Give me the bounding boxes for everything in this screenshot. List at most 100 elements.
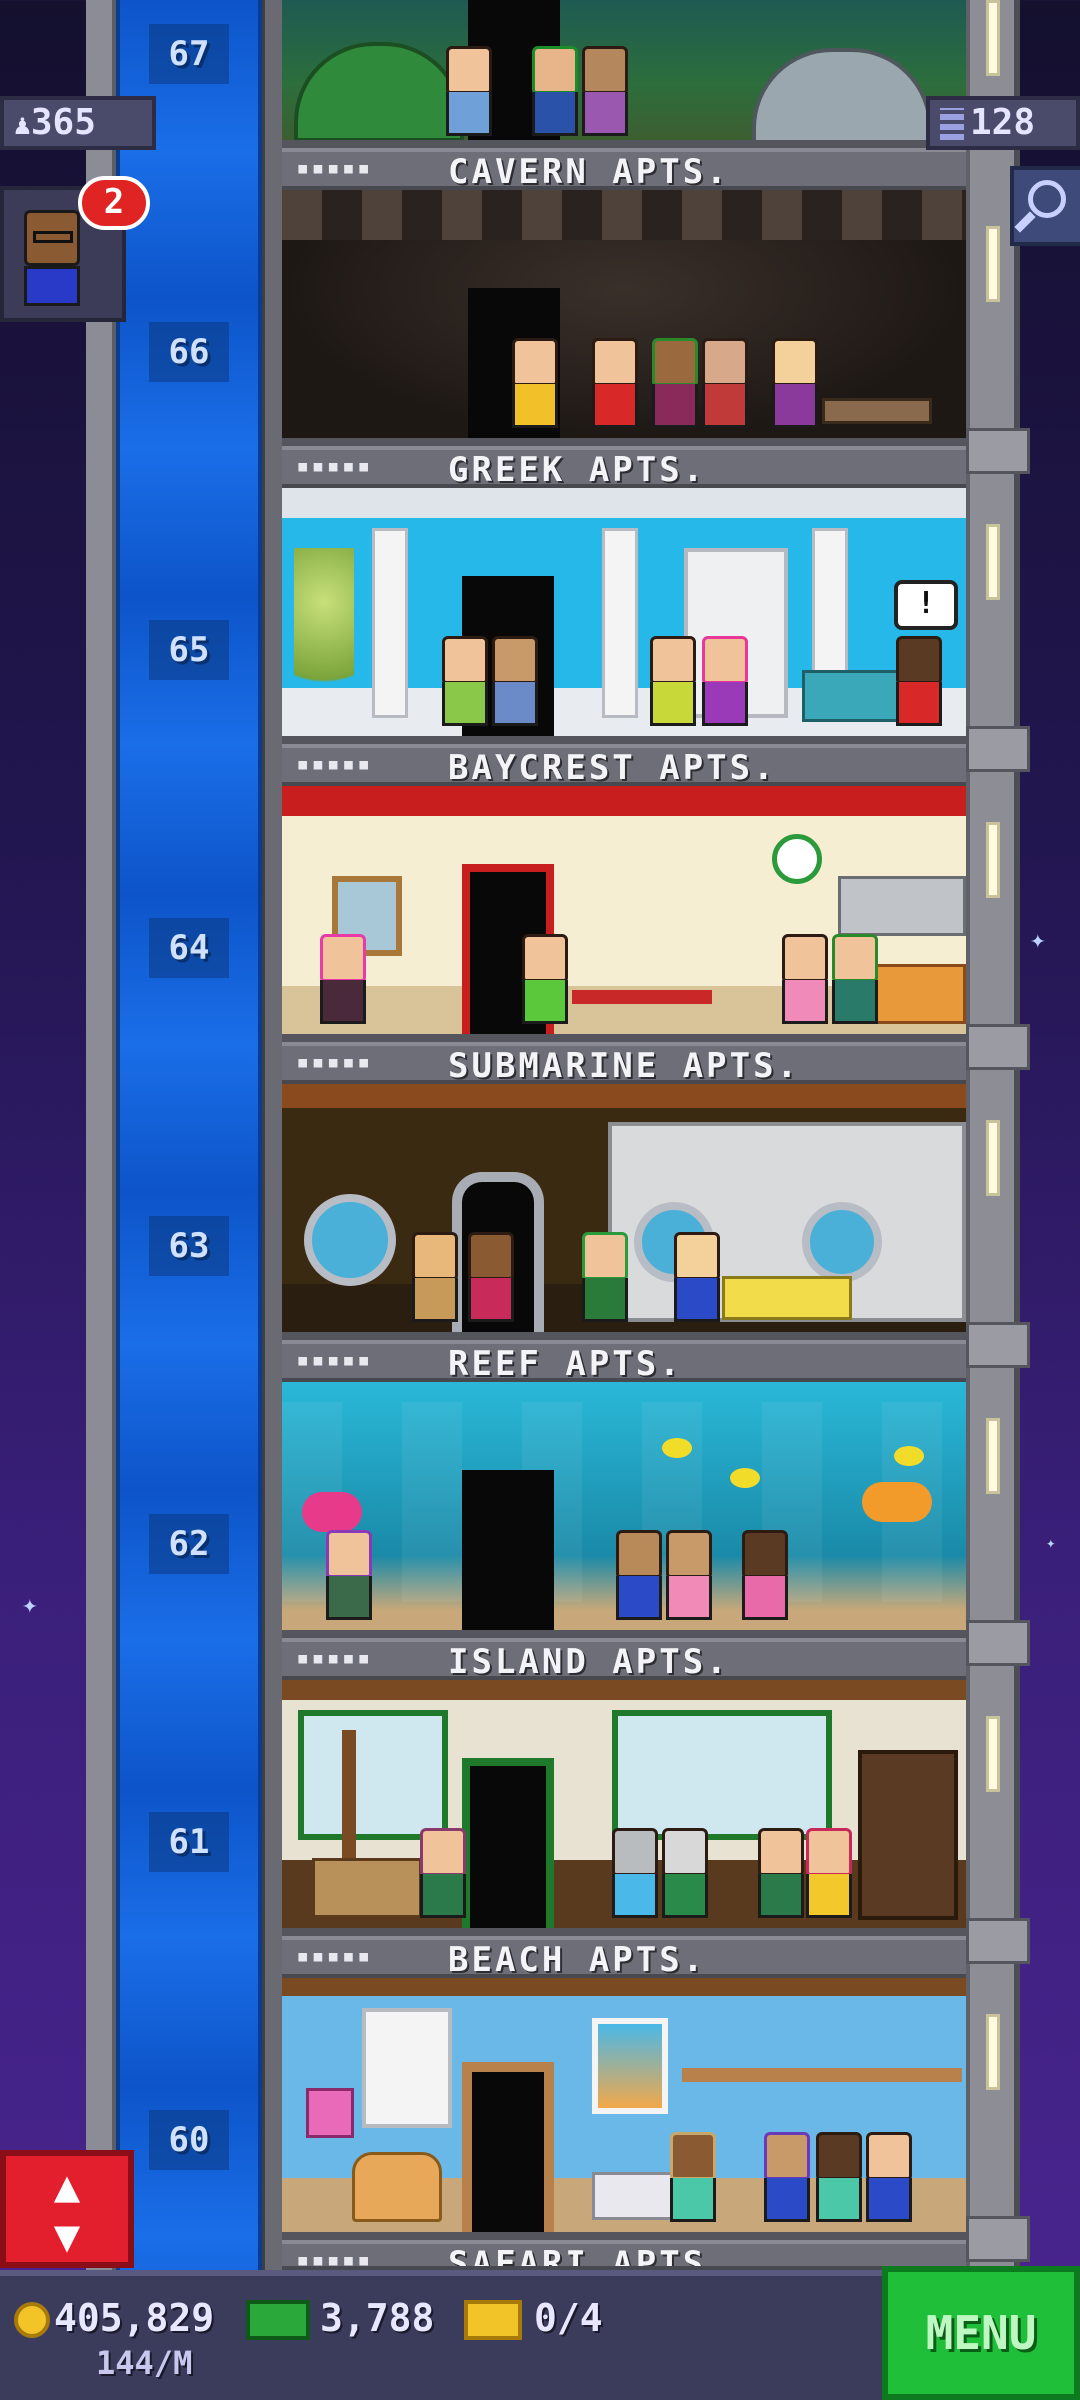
tent-right	[752, 48, 932, 140]
resident[interactable]	[758, 1828, 804, 1918]
coin-balance[interactable]: 405,829	[54, 2296, 214, 2340]
resident[interactable]	[612, 1828, 658, 1918]
floor-count-value: 128	[970, 102, 1036, 143]
floor-number: 65	[116, 620, 262, 680]
shutters	[362, 2008, 452, 2128]
bux-balance[interactable]: 3,788	[320, 2296, 434, 2340]
column	[602, 528, 638, 718]
floor-number: 61	[116, 1812, 262, 1872]
resident[interactable]	[442, 636, 488, 726]
floor-sign[interactable]: ▪▪▪▪▪ BAYCREST APTS.	[282, 744, 966, 788]
floor-room-beach[interactable]	[282, 1978, 966, 2240]
floor-stars: ▪▪▪▪▪	[296, 752, 373, 777]
resident[interactable]	[592, 338, 638, 428]
floor-room-cavern[interactable]	[282, 0, 966, 148]
floor-number: 63	[116, 1216, 262, 1276]
coin-icon	[14, 2302, 50, 2338]
speech-bubble-icon[interactable]: !	[894, 580, 958, 630]
floor-room-cave[interactable]	[282, 190, 966, 446]
floor-room-island[interactable]	[282, 1680, 966, 1936]
population-counter[interactable]: ♟365	[0, 96, 156, 150]
resident[interactable]	[674, 1232, 720, 1322]
floor-stars: ▪▪▪▪▪	[296, 1944, 373, 1969]
floor-sign[interactable]: ▪▪▪▪▪ SAFARI APTS.	[282, 2240, 966, 2270]
resident[interactable]	[782, 934, 828, 1024]
wall-clamp	[966, 1620, 1030, 1666]
resident[interactable]	[896, 636, 942, 726]
resident[interactable]	[832, 934, 878, 1024]
resident[interactable]	[532, 46, 578, 136]
floor-stars: ▪▪▪▪▪	[296, 156, 373, 181]
resident[interactable]	[522, 934, 568, 1024]
person-icon: ♟	[14, 108, 31, 141]
resident[interactable]	[492, 636, 538, 726]
coral	[862, 1482, 932, 1522]
shaft-rail-left	[86, 0, 116, 2290]
floor-counter[interactable]: 128	[926, 96, 1080, 150]
resident[interactable]	[702, 338, 748, 428]
wall-light	[986, 1418, 1000, 1494]
resident[interactable]	[446, 46, 492, 136]
resident[interactable]	[702, 636, 748, 726]
sparkle-star: ✦	[1046, 1533, 1056, 1552]
ticket-count[interactable]: 0/4	[534, 2296, 603, 2340]
resident[interactable]	[764, 2132, 810, 2222]
resident[interactable]	[670, 2132, 716, 2222]
resident[interactable]	[742, 1530, 788, 1620]
resident[interactable]	[582, 1232, 628, 1322]
resident[interactable]	[772, 338, 818, 428]
floor-sign[interactable]: ▪▪▪▪▪ REEF APTS.	[282, 1340, 966, 1384]
search-button[interactable]	[1010, 166, 1080, 246]
vip-avatar	[24, 210, 80, 266]
floor-sign[interactable]: ▪▪▪▪▪ CAVERN APTS.	[282, 148, 966, 192]
floor-sign[interactable]: ▪▪▪▪▪ BEACH APTS.	[282, 1936, 966, 1980]
doorway	[462, 1758, 554, 1928]
resident[interactable]	[326, 1530, 372, 1620]
resident[interactable]	[616, 1530, 662, 1620]
floor-name: SUBMARINE APTS.	[448, 1046, 801, 1086]
resident[interactable]	[582, 46, 628, 136]
resident[interactable]	[662, 1828, 708, 1918]
floor-room-reef[interactable]	[282, 1382, 966, 1638]
floor-stars: ▪▪▪▪▪	[296, 1646, 373, 1671]
resident[interactable]	[866, 2132, 912, 2222]
wall-clamp	[966, 1024, 1030, 1070]
floor-number: 60	[116, 2110, 262, 2170]
floor-sign[interactable]: ▪▪▪▪▪ SUBMARINE APTS.	[282, 1042, 966, 1086]
ticket-icon	[464, 2300, 522, 2340]
resident[interactable]	[666, 1530, 712, 1620]
floor-name: CAVERN APTS.	[448, 152, 730, 192]
doorway	[462, 2062, 554, 2232]
resident[interactable]	[320, 934, 366, 1024]
notification-badge: 2	[78, 176, 150, 230]
resident[interactable]	[816, 2132, 862, 2222]
table	[572, 990, 712, 1004]
floor-sign[interactable]: ▪▪▪▪▪ ISLAND APTS.	[282, 1638, 966, 1682]
armchair	[352, 2152, 442, 2222]
resident[interactable]	[806, 1828, 852, 1918]
stalactites	[282, 190, 966, 240]
resident[interactable]	[512, 338, 558, 428]
floor-room-baycrest[interactable]	[282, 786, 966, 1042]
floor-name: REEF APTS.	[448, 1344, 683, 1384]
tent-left	[294, 42, 464, 140]
floor-name: ISLAND APTS.	[448, 1642, 730, 1682]
floor-stars: ▪▪▪▪▪	[296, 1348, 373, 1373]
magnifier-handle	[1014, 211, 1036, 233]
menu-button[interactable]: MENU	[882, 2266, 1080, 2400]
resident[interactable]	[652, 338, 698, 428]
wall-clamp	[966, 726, 1030, 772]
floor-room-greek[interactable]: !	[282, 488, 966, 744]
wall-light	[986, 1716, 1000, 1792]
resident[interactable]	[420, 1828, 466, 1918]
resident[interactable]	[412, 1232, 458, 1322]
plant	[294, 548, 354, 728]
shaft-rail-right	[262, 0, 282, 2290]
resident[interactable]	[468, 1232, 514, 1322]
elevator-button[interactable]: ▲ ▼	[0, 2150, 134, 2268]
resident[interactable]	[650, 636, 696, 726]
floor-sign[interactable]: ▪▪▪▪▪ GREEK APTS.	[282, 446, 966, 490]
doorway	[462, 1470, 554, 1630]
floor-stars: ▪▪▪▪▪	[296, 2248, 373, 2270]
floor-room-submarine[interactable]	[282, 1084, 966, 1340]
